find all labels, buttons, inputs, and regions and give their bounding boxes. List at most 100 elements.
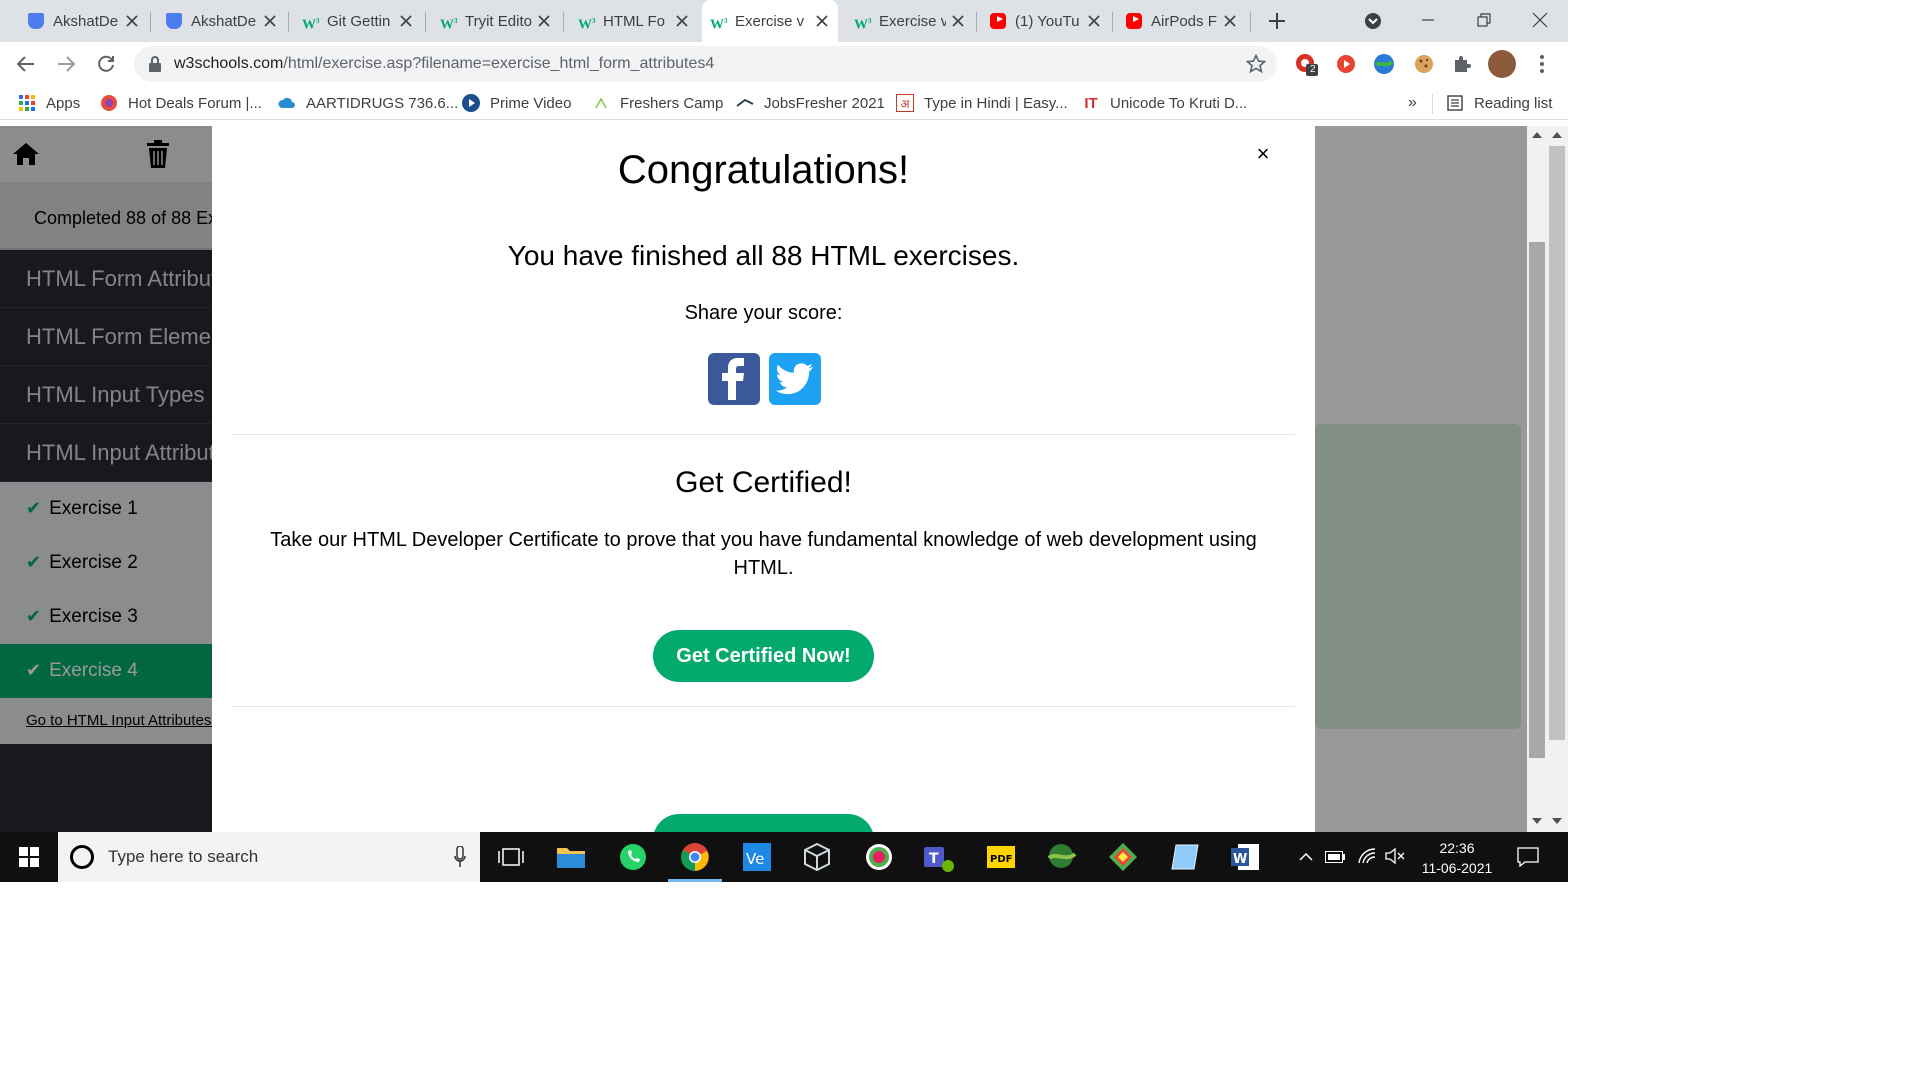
pdf-reader-icon[interactable]: PDF: [984, 840, 1018, 874]
task-view-icon[interactable]: [494, 840, 528, 874]
close-icon[interactable]: [124, 13, 140, 29]
tab-title: AirPods F: [1151, 12, 1217, 30]
svg-text:PDF: PDF: [990, 854, 1012, 865]
close-icon[interactable]: [814, 13, 830, 29]
battery-icon[interactable]: [1324, 848, 1346, 866]
close-icon[interactable]: [674, 13, 690, 29]
tab-akshatde-1[interactable]: AkshatDe: [20, 6, 148, 36]
notepad-icon[interactable]: [1168, 840, 1202, 874]
scrollbar-thumb-secondary[interactable]: [1549, 146, 1565, 740]
close-icon[interactable]: [950, 13, 966, 29]
forward-arrow-icon[interactable]: [52, 50, 80, 78]
scrollbar-thumb[interactable]: [1529, 242, 1545, 758]
more-menu-icon[interactable]: [1530, 52, 1554, 76]
prime-video-icon: [462, 94, 480, 112]
bookmark-jobsfresher[interactable]: JobsFresher 2021: [736, 94, 885, 112]
unicode-kruti-icon: IT: [1084, 94, 1098, 112]
share-label: Share your score:: [684, 302, 843, 324]
twitter-icon[interactable]: [769, 353, 821, 405]
wifi-icon[interactable]: [1356, 846, 1378, 866]
congratulations-modal: × Congratulations! You have finished all…: [212, 126, 1315, 832]
extension-red-icon[interactable]: 2: [1294, 52, 1318, 76]
bookmarks-more-button[interactable]: »: [1408, 94, 1417, 112]
notifications-icon[interactable]: [1516, 846, 1540, 868]
whatsapp-icon[interactable]: [616, 840, 650, 874]
restore-icon[interactable]: [1472, 8, 1496, 32]
tab-youtube[interactable]: (1) YouTu: [982, 6, 1110, 36]
bookmark-aartidrugs[interactable]: AARTIDRUGS 736.6...: [278, 94, 458, 112]
new-tab-icon[interactable]: [1266, 10, 1288, 32]
reading-list-button[interactable]: Reading list: [1446, 94, 1552, 112]
microphone-icon[interactable]: [454, 846, 466, 868]
scroll-up-icon[interactable]: [1551, 130, 1563, 140]
get-certified-button[interactable]: Get Certified Now!: [653, 630, 874, 682]
scroll-up-icon[interactable]: [1531, 130, 1543, 140]
tab-exercise-active[interactable]: W3 Exercise v: [702, 0, 838, 42]
virtualbox-icon[interactable]: [800, 840, 834, 874]
facebook-icon[interactable]: [708, 353, 760, 405]
tab-search-icon[interactable]: [1362, 10, 1384, 32]
modal-title: Congratulations!: [617, 148, 910, 192]
reload-icon[interactable]: [92, 50, 120, 78]
browser-toolbar: w3schools.com/html/exercise.asp?filename…: [0, 42, 1568, 86]
close-icon[interactable]: [262, 13, 278, 29]
tab-exercise-2[interactable]: W3 Exercise v: [846, 6, 974, 36]
bookmark-type-in-hindi[interactable]: अ Type in Hindi | Easy...: [896, 94, 1068, 112]
windows-start-icon[interactable]: [0, 832, 58, 882]
chevron-up-icon[interactable]: [1296, 848, 1316, 866]
tab-akshatde-2[interactable]: AkshatDe: [158, 6, 286, 36]
tab-tryit[interactable]: W3 Tryit Edito: [432, 6, 560, 36]
close-icon[interactable]: [1086, 13, 1102, 29]
word-icon[interactable]: W: [1228, 840, 1262, 874]
vscode-icon[interactable]: Ve: [740, 840, 774, 874]
shield-icon: [28, 13, 44, 29]
bookmark-star-icon[interactable]: [1245, 53, 1267, 75]
minimize-icon[interactable]: [1416, 8, 1440, 32]
tab-html-forms[interactable]: W3 HTML Fo: [570, 6, 698, 36]
bookmark-freshers-camp[interactable]: Freshers Camp: [592, 94, 723, 112]
lock-icon[interactable]: [148, 56, 162, 72]
tab-airpods[interactable]: AirPods F: [1118, 6, 1246, 36]
back-arrow-icon[interactable]: [12, 50, 40, 78]
bookmark-hot-deals[interactable]: Hot Deals Forum |...: [100, 94, 262, 112]
extension-play-icon[interactable]: [1334, 52, 1358, 76]
teams-icon[interactable]: T: [922, 840, 956, 874]
chrome-icon[interactable]: [668, 840, 722, 882]
tab-git[interactable]: W3 Git Gettin: [294, 6, 422, 36]
bookmark-label: Prime Video: [490, 94, 572, 112]
certified-title: Get Certified!: [675, 466, 852, 499]
clock-time: 22:36: [1439, 840, 1475, 856]
w3schools-icon: W3: [854, 17, 872, 33]
w3schools-icon: W3: [710, 17, 728, 33]
address-bar[interactable]: w3schools.com/html/exercise.asp?filename…: [134, 46, 1277, 82]
taskbar-search-box[interactable]: Type here to search: [58, 832, 480, 882]
bookmark-label: JobsFresher 2021: [764, 94, 885, 112]
scroll-down-icon[interactable]: [1531, 816, 1543, 826]
bookmark-apps[interactable]: Apps: [18, 94, 80, 112]
bookmark-prime-video[interactable]: Prime Video: [462, 94, 571, 112]
close-icon[interactable]: [398, 13, 414, 29]
window-close-icon[interactable]: [1528, 8, 1552, 32]
extension-globe-icon[interactable]: [1372, 52, 1396, 76]
taskbar-clock[interactable]: 22:36 11-06-2021: [1415, 838, 1499, 878]
tab-title: Tryit Edito: [465, 12, 532, 30]
close-icon[interactable]: [1222, 13, 1238, 29]
puzzle-icon[interactable]: [1450, 52, 1474, 76]
modal-bottom-button[interactable]: [653, 814, 874, 832]
tab-title: Exercise v: [735, 12, 805, 30]
speaker-muted-icon[interactable]: [1384, 846, 1406, 866]
file-explorer-icon[interactable]: [554, 840, 588, 874]
hindi-icon: अ: [896, 94, 914, 112]
bookmark-unicode-kruti[interactable]: IT Unicode To Kruti D...: [1082, 94, 1247, 112]
git-icon[interactable]: [1106, 840, 1140, 874]
page-scrollbar[interactable]: [1527, 126, 1568, 832]
cookie-icon[interactable]: [1412, 52, 1436, 76]
reading-list-label: Reading list: [1474, 94, 1553, 112]
avatar[interactable]: [1488, 50, 1516, 78]
photo-app-icon[interactable]: [862, 840, 896, 874]
scroll-down-icon[interactable]: [1551, 816, 1563, 826]
download-manager-icon[interactable]: [1044, 840, 1078, 874]
finished-message: You have finished all 88 HTML exercises.: [507, 240, 1020, 271]
close-icon[interactable]: [536, 13, 552, 29]
url-domain: w3schools.com: [174, 55, 284, 72]
